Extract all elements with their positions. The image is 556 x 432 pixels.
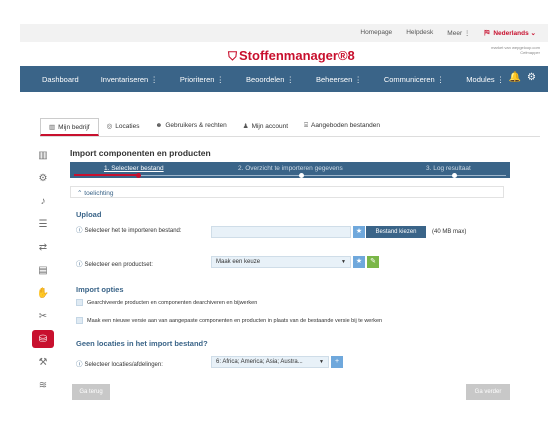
productset-select[interactable]: Maak een keuze ▼ bbox=[211, 256, 351, 268]
choose-file-button[interactable]: Bestand kiezen bbox=[366, 226, 426, 238]
file-path-field[interactable] bbox=[211, 226, 351, 238]
user-icon: ♟ bbox=[242, 123, 249, 130]
tab-label: Mijn bedrijf bbox=[58, 124, 90, 131]
option-new-version[interactable]: Maak een nieuwe versie aan van aangepast… bbox=[76, 317, 382, 324]
star-icon[interactable]: ★ bbox=[353, 256, 365, 268]
nav-modules[interactable]: Modules ⋮ bbox=[444, 75, 504, 84]
book-icon[interactable]: ▤ bbox=[32, 261, 54, 279]
helpdesk-link[interactable]: Helpdesk bbox=[406, 29, 433, 38]
nav-dashboard[interactable]: Dashboard bbox=[20, 75, 79, 84]
step-dot-3 bbox=[452, 173, 457, 178]
settings-tabs: ▥ Mijn bedrijf ◎ Locaties ☻ Gebruikers & re… bbox=[40, 118, 388, 136]
locations-value: 6: Africa; America; Asia; Austra... bbox=[216, 359, 303, 365]
language-label: Nederlands bbox=[493, 30, 529, 37]
step-progress bbox=[74, 174, 138, 176]
homepage-link[interactable]: Homepage bbox=[360, 29, 392, 38]
edit-icon[interactable]: ✎ bbox=[367, 256, 379, 268]
tab-mijn-account[interactable]: ♟ Mijn account bbox=[235, 118, 296, 136]
top-links: Homepage Helpdesk Meer ⋮ ⛿ Nederlands ⌄ bbox=[360, 29, 536, 38]
back-button[interactable]: Ga terug bbox=[72, 384, 110, 400]
option-label: Gearchiveerde producten en componenten d… bbox=[87, 299, 258, 306]
flag-icon: ⛿ bbox=[484, 30, 490, 37]
toelichting-label: toelichting bbox=[84, 190, 114, 197]
layers-icon[interactable]: ≋ bbox=[32, 376, 54, 394]
locations-label-text: Selecteer locaties/afdelingen: bbox=[84, 362, 163, 368]
tab-label: Mijn account bbox=[251, 123, 289, 130]
logo-text: Stoffenmanager®8 bbox=[239, 48, 355, 63]
language-selector[interactable]: ⛿ Nederlands ⌄ bbox=[484, 29, 536, 38]
nav-beheersen[interactable]: Beheersen ⋮ bbox=[294, 75, 362, 84]
tab-label: Aangeboden bestanden bbox=[310, 122, 381, 129]
locations-label: ⓘ Selecteer locaties/afdelingen: bbox=[76, 358, 163, 368]
nav-communiceren[interactable]: Communiceren ⋮ bbox=[362, 75, 444, 84]
more-menu[interactable]: Meer ⋮ bbox=[447, 29, 470, 38]
building-icon: ▥ bbox=[49, 124, 56, 131]
building-icon[interactable]: ▥ bbox=[32, 146, 54, 164]
gear-icon[interactable]: ⚙ bbox=[32, 169, 54, 187]
checkbox[interactable] bbox=[76, 317, 83, 324]
shield-logo-icon: ⛉ bbox=[228, 49, 238, 63]
step-dot-2 bbox=[299, 173, 304, 178]
inbox-icon: ⌸ bbox=[304, 122, 308, 129]
add-location-button[interactable]: + bbox=[331, 356, 343, 368]
checkbox[interactable] bbox=[76, 299, 83, 306]
stoffenmanager-logo[interactable]: ⛉ Stoffenmanager®8 bbox=[228, 48, 355, 64]
sidebar: ▥ ⚙ ♪ ☰ ⇄ ▤ ✋ ✂ ⛁ ⚒ ≋ bbox=[32, 146, 54, 394]
nav-inventariseren[interactable]: Inventariseren ⋮ bbox=[79, 75, 158, 84]
tab-mijn-bedrijf[interactable]: ▥ Mijn bedrijf bbox=[40, 118, 99, 136]
step-indicator: 1. Selecteer bestand 2. Overzicht te imp… bbox=[70, 162, 510, 178]
tab-label: Gebruikers & rechten bbox=[165, 122, 227, 129]
tab-aangeboden-bestanden[interactable]: ⌸ Aangeboden bestanden bbox=[296, 118, 388, 136]
option-label: Maak een nieuwe versie aan van aangepast… bbox=[87, 317, 383, 324]
tab-gebruikers-rechten[interactable]: ☻ Gebruikers & rechten bbox=[147, 118, 234, 136]
file-label-text: Selecteer het te importeren bestand: bbox=[84, 228, 182, 234]
step-2-label: 2. Overzicht te importeren gegevens bbox=[238, 165, 343, 172]
locations-heading: Geen locaties in het import bestand? bbox=[76, 339, 208, 348]
gear-icon[interactable]: ⚙ bbox=[527, 72, 536, 83]
handshake-icon[interactable]: ✋ bbox=[32, 284, 54, 302]
list-icon[interactable]: ☰ bbox=[32, 215, 54, 233]
caret-down-icon: ▼ bbox=[319, 359, 324, 365]
info-icon: ⓘ bbox=[76, 261, 83, 268]
upload-heading: Upload bbox=[76, 210, 102, 219]
star-icon[interactable]: ★ bbox=[353, 226, 365, 238]
step-3-label: 3. Log resultaat bbox=[426, 165, 471, 172]
option-dearchive[interactable]: Gearchiveerde producten en componenten d… bbox=[76, 299, 257, 306]
file-label: ⓘ Selecteer het te importeren bestand: bbox=[76, 224, 182, 234]
tab-label: Locaties bbox=[115, 123, 140, 130]
nav-beoordelen[interactable]: Beoordelen ⋮ bbox=[224, 75, 294, 84]
nav-icons: 🔔 ⚙ bbox=[509, 72, 536, 83]
partner-logo: market van wepgeloop.com Cefmapper bbox=[491, 45, 540, 55]
productset-label: ⓘ Selecteer een productset: bbox=[76, 258, 153, 268]
notification-bell-icon[interactable]: 🔔 bbox=[509, 72, 521, 83]
import-options-heading: Import opties bbox=[76, 285, 124, 294]
productset-label-text: Selecteer een productset: bbox=[84, 262, 153, 268]
page-title: Import componenten en producten bbox=[70, 148, 211, 158]
next-button[interactable]: Ga verder bbox=[466, 384, 510, 400]
tab-divider bbox=[40, 136, 540, 137]
step-dot-1 bbox=[136, 173, 141, 178]
users-icon: ☻ bbox=[155, 122, 163, 129]
chevron-down-icon: ⌄ bbox=[530, 30, 536, 37]
locations-select[interactable]: 6: Africa; America; Asia; Austra... ▼ bbox=[211, 356, 329, 368]
share-icon[interactable]: ⇄ bbox=[32, 238, 54, 256]
productset-value: Maak een keuze bbox=[216, 259, 261, 265]
caret-down-icon: ▼ bbox=[341, 259, 346, 265]
main-navigation: Dashboard Inventariseren ⋮ Prioriteren ⋮… bbox=[20, 66, 548, 92]
step-1-label: 1. Selecteer bestand bbox=[104, 165, 164, 172]
tools-icon[interactable]: ✂ bbox=[32, 307, 54, 325]
info-icon: ⓘ bbox=[76, 227, 83, 234]
toelichting-toggle[interactable]: ⌃ toelichting bbox=[70, 186, 504, 198]
hammer-icon[interactable]: ⚒ bbox=[32, 353, 54, 371]
bell-icon[interactable]: ♪ bbox=[32, 192, 54, 210]
page: Homepage Helpdesk Meer ⋮ ⛿ Nederlands ⌄ … bbox=[0, 0, 556, 432]
top-utility-bar: Homepage Helpdesk Meer ⋮ ⛿ Nederlands ⌄ bbox=[20, 24, 548, 42]
info-icon: ⓘ bbox=[76, 361, 83, 368]
tab-locaties[interactable]: ◎ Locaties bbox=[99, 118, 148, 136]
partner-line-2: Cefmapper bbox=[520, 50, 540, 55]
database-sync-icon[interactable]: ⛁ bbox=[32, 330, 54, 348]
binoculars-icon: ◎ bbox=[106, 123, 113, 130]
max-size-note: (40 MB max) bbox=[432, 229, 467, 235]
nav-prioriteren[interactable]: Prioriteren ⋮ bbox=[158, 75, 224, 84]
